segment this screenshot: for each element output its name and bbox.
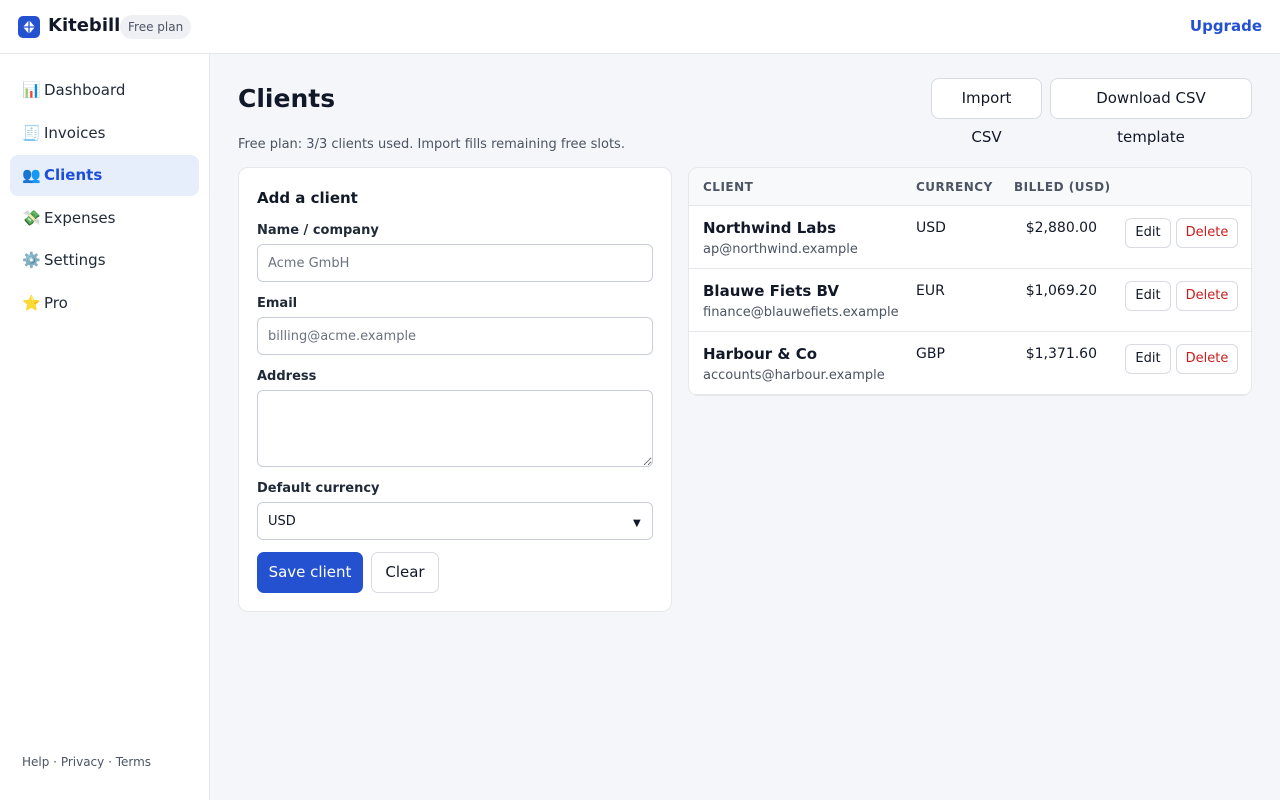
sidebar-item-pro[interactable]: ⭐ Pro <box>10 283 199 324</box>
currency-select[interactable]: USD <box>257 502 653 540</box>
plan-usage-note: Free plan: 3/3 clients used. Import fill… <box>238 137 625 152</box>
table-header: CLIENT CURRENCY BILLED (USD) <box>689 168 1251 206</box>
save-client-button[interactable]: Save client <box>257 552 363 593</box>
add-client-form: Add a client Name / company Email Addres… <box>238 167 672 612</box>
client-currency: USD <box>916 220 946 236</box>
sidebar-item-label: Clients <box>44 166 103 184</box>
delete-button[interactable]: Delete <box>1176 218 1238 248</box>
client-currency: EUR <box>916 283 945 299</box>
sidebar-item-dashboard[interactable]: 📊 Dashboard <box>10 70 199 111</box>
sidebar-item-label: Pro <box>44 294 68 312</box>
help-link[interactable]: Help <box>22 755 49 769</box>
client-billed: $1,371.60 <box>1025 346 1097 362</box>
delete-button[interactable]: Delete <box>1176 344 1238 374</box>
email-input[interactable] <box>257 317 653 355</box>
name-input[interactable] <box>257 244 653 282</box>
brand-name: Kitebill <box>48 15 121 36</box>
kite-logo-icon <box>18 16 40 38</box>
form-title: Add a client <box>257 189 358 207</box>
client-name: Blauwe Fiets BV <box>703 282 839 300</box>
receipt-icon: 🧾 <box>22 124 41 142</box>
page-title: Clients <box>238 84 336 113</box>
privacy-link[interactable]: Privacy <box>61 755 104 769</box>
currency-label: Default currency <box>257 481 380 496</box>
clear-button[interactable]: Clear <box>371 552 439 593</box>
email-label: Email <box>257 296 298 311</box>
bar-chart-icon: 📊 <box>22 81 41 99</box>
sidebar: 📊 Dashboard 🧾 Invoices 👥 Clients 💸 Expen… <box>0 54 210 800</box>
edit-button[interactable]: Edit <box>1125 281 1171 311</box>
plan-badge: Free plan <box>120 15 192 39</box>
import-csv-button[interactable]: Import CSV <box>931 78 1042 146</box>
edit-button[interactable]: Edit <box>1125 218 1171 248</box>
client-email: ap@northwind.example <box>703 242 858 257</box>
address-label: Address <box>257 369 317 384</box>
column-header-client: CLIENT <box>703 180 754 194</box>
client-email: accounts@harbour.example <box>703 368 885 383</box>
footer-separator: · <box>104 755 116 769</box>
table-row: Northwind Labs ap@northwind.example USD … <box>689 206 1251 269</box>
sidebar-item-settings[interactable]: ⚙️ Settings <box>10 240 199 281</box>
edit-button[interactable]: Edit <box>1125 344 1171 374</box>
money-icon: 💸 <box>22 209 41 227</box>
table-row: Harbour & Co accounts@harbour.example GB… <box>689 332 1251 395</box>
footer-links: Help · Privacy · Terms <box>22 755 151 769</box>
terms-link[interactable]: Terms <box>116 755 151 769</box>
top-bar: Kitebill Free plan Upgrade <box>0 0 1280 54</box>
sidebar-item-label: Dashboard <box>44 81 126 99</box>
column-header-currency: CURRENCY <box>916 180 993 194</box>
name-label: Name / company <box>257 223 379 238</box>
people-icon: 👥 <box>22 166 41 184</box>
footer-separator: · <box>49 755 61 769</box>
client-name: Harbour & Co <box>703 345 818 363</box>
sidebar-item-invoices[interactable]: 🧾 Invoices <box>10 113 199 154</box>
client-billed: $2,880.00 <box>1025 220 1097 236</box>
client-billed: $1,069.20 <box>1025 283 1097 299</box>
gear-icon: ⚙️ <box>22 251 41 269</box>
download-csv-template-button[interactable]: Download CSV template <box>1050 78 1252 146</box>
clients-table: CLIENT CURRENCY BILLED (USD) Northwind L… <box>688 167 1252 396</box>
sidebar-item-label: Expenses <box>44 209 116 227</box>
client-email: finance@blauwefiets.example <box>703 305 899 320</box>
delete-button[interactable]: Delete <box>1176 281 1238 311</box>
sidebar-item-label: Invoices <box>44 124 106 142</box>
client-currency: GBP <box>916 346 945 362</box>
sidebar-item-label: Settings <box>44 251 106 269</box>
sidebar-item-expenses[interactable]: 💸 Expenses <box>10 198 199 239</box>
star-icon: ⭐ <box>22 294 41 312</box>
sidebar-item-clients[interactable]: 👥 Clients <box>10 155 199 196</box>
client-name: Northwind Labs <box>703 219 837 237</box>
address-textarea[interactable] <box>257 390 653 467</box>
upgrade-link[interactable]: Upgrade <box>1190 17 1262 35</box>
column-header-billed: BILLED (USD) <box>1014 180 1111 194</box>
table-row: Blauwe Fiets BV finance@blauwefiets.exam… <box>689 269 1251 332</box>
